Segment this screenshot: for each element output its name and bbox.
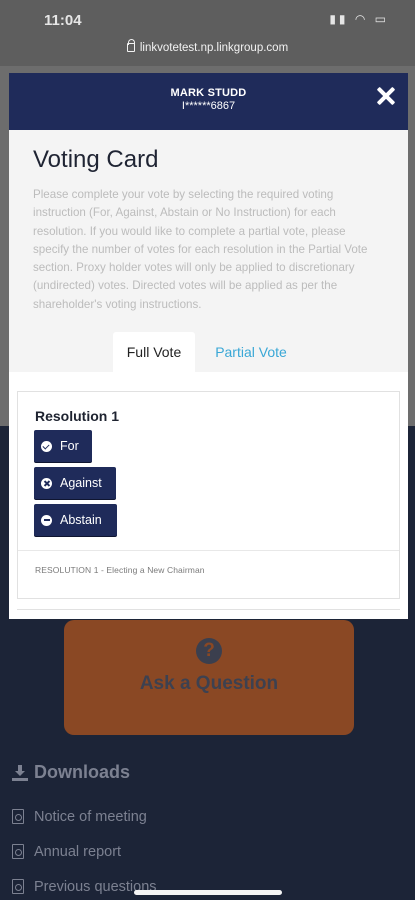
vote-abstain-button[interactable]: Abstain bbox=[34, 504, 117, 536]
x-circle-icon bbox=[41, 477, 52, 489]
question-icon: ? bbox=[196, 638, 222, 664]
url-text: linkvotetest.np.linkgroup.com bbox=[139, 42, 289, 54]
pdf-icon bbox=[12, 879, 24, 894]
next-resolution-card bbox=[17, 609, 400, 619]
downloads-heading: Downloads bbox=[12, 762, 157, 783]
close-icon[interactable] bbox=[375, 85, 397, 107]
document-link-previous-questions[interactable]: Previous questions bbox=[12, 869, 157, 900]
lock-icon bbox=[126, 39, 135, 52]
divider bbox=[18, 550, 399, 551]
holder-name: MARK STUDD bbox=[170, 87, 247, 99]
vote-for-label: For bbox=[60, 439, 79, 453]
document-label: Notice of meeting bbox=[34, 808, 147, 825]
check-circle-icon bbox=[41, 440, 52, 452]
document-link-notice[interactable]: Notice of meeting bbox=[12, 799, 157, 834]
resolution-description: RESOLUTION 1 - Electing a New Chairman bbox=[35, 565, 205, 575]
vote-abstain-label: Abstain bbox=[60, 513, 102, 527]
minus-circle-icon bbox=[41, 514, 52, 526]
download-icon bbox=[12, 764, 28, 781]
vote-against-label: Against bbox=[60, 476, 102, 490]
document-label: Annual report bbox=[34, 843, 122, 860]
vote-for-button[interactable]: For bbox=[34, 430, 92, 462]
status-bar: 11:04 ▮▮ ◠ ▭ bbox=[0, 0, 415, 36]
tab-partial-vote[interactable]: Partial Vote bbox=[205, 332, 297, 372]
document-link-annual-report[interactable]: Annual report bbox=[12, 834, 157, 869]
document-list: Notice of meeting Annual report Previous… bbox=[12, 799, 157, 900]
full-vote-panel: Resolution 1 For Against Abstain RESOLUT… bbox=[9, 372, 408, 619]
modal-body: Voting Card Please complete your vote by… bbox=[9, 130, 408, 314]
resolution-card: Resolution 1 For Against Abstain RESOLUT… bbox=[17, 391, 400, 599]
vote-against-button[interactable]: Against bbox=[34, 467, 116, 499]
modal-header: MARK STUDD I******6867 bbox=[9, 73, 408, 130]
holder-id: I******6867 bbox=[181, 100, 236, 112]
resolution-title: Resolution 1 bbox=[35, 408, 120, 424]
status-time: 11:04 bbox=[44, 12, 82, 29]
pdf-icon bbox=[12, 809, 24, 824]
ask-question-label: Ask a Question bbox=[139, 673, 279, 694]
ask-question-button[interactable]: ? Ask a Question bbox=[64, 620, 354, 735]
tab-full-vote[interactable]: Full Vote bbox=[113, 332, 195, 372]
voting-instructions: Please complete your vote by selecting t… bbox=[33, 188, 368, 311]
pdf-icon bbox=[12, 844, 24, 859]
voting-card-modal: MARK STUDD I******6867 Voting Card Pleas… bbox=[9, 73, 408, 619]
vote-tabs: Full Vote Partial Vote bbox=[9, 332, 408, 372]
url-bar[interactable]: linkvotetest.np.linkgroup.com bbox=[0, 36, 415, 66]
downloads-section: Downloads Notice of meeting Annual repor… bbox=[12, 762, 157, 900]
system-icons: ▮▮ ◠ ▭ bbox=[329, 12, 389, 26]
home-indicator[interactable] bbox=[134, 890, 282, 895]
page-title: Voting Card bbox=[33, 146, 159, 173]
downloads-title: Downloads bbox=[34, 762, 131, 782]
